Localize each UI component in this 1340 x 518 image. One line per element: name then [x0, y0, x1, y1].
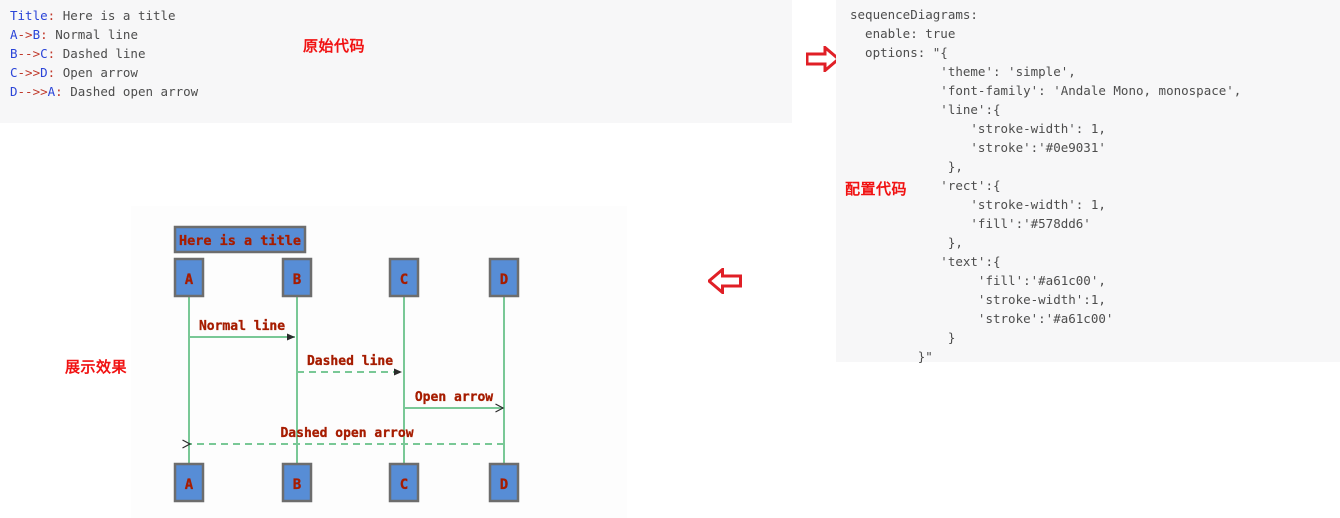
message-label-2: Dashed line: [307, 354, 393, 369]
message-label-3: Open arrow: [415, 390, 493, 405]
code-token: Dashed open arrow: [70, 84, 199, 99]
code-token: :: [47, 46, 63, 61]
source-code-line: B-->C: Dashed line: [10, 44, 792, 63]
participant-b-top-label: B: [293, 272, 301, 288]
source-code-line: C->>D: Open arrow: [10, 63, 792, 82]
code-token: ->>: [17, 65, 41, 80]
code-token: Title: [10, 8, 48, 23]
code-token: B: [10, 46, 18, 61]
source-code-annotation-label: 原始代码: [303, 37, 366, 55]
messages: Normal line Dashed line Open arrow Dashe…: [182, 319, 505, 449]
participant-d-top-label: D: [500, 272, 508, 288]
participant-a-top-label: A: [185, 272, 194, 288]
diagram-title-box: Here is a title: [173, 225, 307, 254]
code-token: Open arrow: [62, 65, 138, 80]
code-token: Normal line: [55, 27, 138, 42]
code-token: ->: [17, 27, 33, 42]
source-code-block: Title: Here is a title A->B: Normal line B…: [0, 0, 792, 123]
participant-c-bottom-label: C: [400, 477, 408, 493]
code-token: A: [10, 27, 18, 42]
code-token: -->>: [17, 84, 48, 99]
participant-c-top-label: C: [400, 272, 408, 288]
sequence-diagram-container: Here is a title A B C D Normal line Dash…: [131, 206, 627, 518]
right-arrow-icon: [805, 44, 841, 77]
participant-boxes-top: A B C D: [173, 257, 520, 298]
code-token: D: [40, 65, 48, 80]
lifelines: [188, 284, 505, 470]
code-token: Here is a title: [62, 8, 176, 23]
config-code-block: sequenceDiagrams: enable: true options: …: [836, 0, 1340, 364]
config-code-annotation-label: 配置代码: [845, 180, 908, 198]
code-token: -->: [17, 46, 41, 61]
source-code-line: D-->>A: Dashed open arrow: [10, 82, 792, 101]
code-token: :: [40, 27, 56, 42]
sequence-diagram-svg: Here is a title A B C D Normal line Dash…: [173, 225, 520, 503]
message-label-4: Dashed open arrow: [280, 426, 413, 441]
code-token: :: [55, 84, 71, 99]
diagram-title-text: Here is a title: [179, 233, 301, 249]
participant-b-bottom-label: B: [293, 477, 301, 493]
participant-d-bottom-label: D: [500, 477, 508, 493]
participant-boxes-bottom: A B C D: [173, 462, 520, 503]
code-token: B: [32, 27, 41, 42]
code-token: Dashed line: [62, 46, 146, 61]
code-token: D: [10, 84, 18, 99]
source-code-line: A->B: Normal line: [10, 25, 792, 44]
code-token: C: [10, 65, 18, 80]
participant-a-bottom-label: A: [185, 477, 194, 493]
code-token: C: [40, 46, 48, 61]
code-token: :: [47, 65, 63, 80]
render-result-annotation-label: 展示效果: [65, 358, 128, 376]
left-arrow-icon: [706, 266, 742, 299]
message-label-1: Normal line: [199, 319, 285, 334]
code-token: :: [47, 8, 63, 23]
source-code-line: Title: Here is a title: [10, 6, 792, 25]
